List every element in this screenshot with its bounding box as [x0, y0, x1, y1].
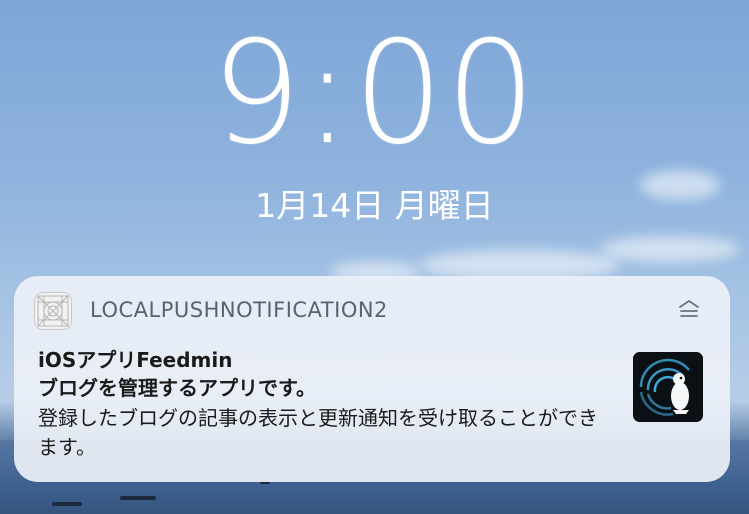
penguin-thumbnail-icon [633, 352, 703, 422]
notification-body: 登録したブログの記事の表示と更新通知を受け取ることができます。 [38, 406, 598, 459]
notification-title: iOSアプリFeedmin [38, 348, 233, 372]
notification-group-icon[interactable] [677, 298, 701, 322]
notification-app-name: LOCALPUSHNOTIFICATION2 [90, 298, 388, 322]
notification-subtitle: ブログを管理するアプリです。 [38, 376, 316, 400]
lockscreen-clock: 9:00 [211, 11, 538, 176]
grid-placeholder-icon [34, 292, 72, 330]
notification-card[interactable]: LOCALPUSHNOTIFICATION2 iOSアプリFeedmin ブログ… [14, 276, 730, 482]
boat [120, 496, 156, 500]
boat [52, 502, 82, 506]
cloud [600, 236, 740, 262]
lockscreen-date: 1月14日 月曜日 [255, 186, 494, 225]
